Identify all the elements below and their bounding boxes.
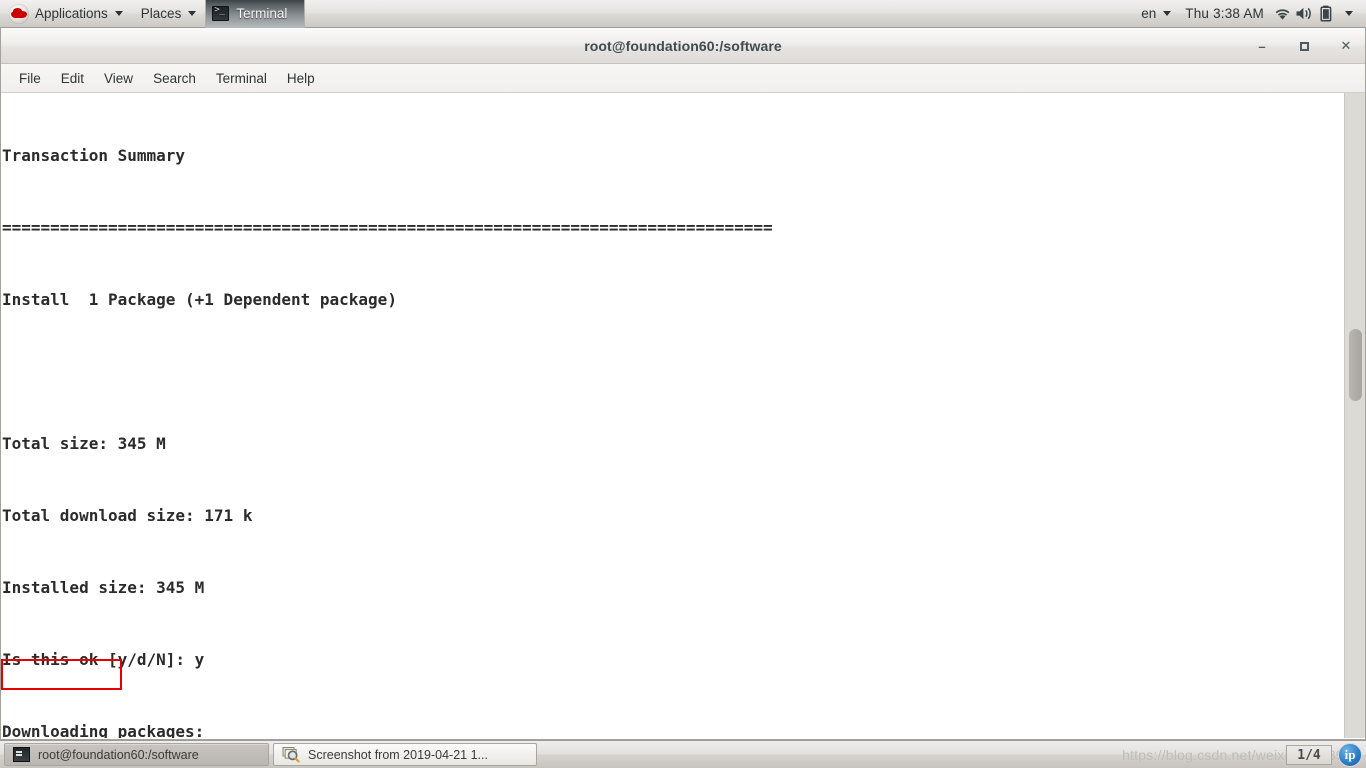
system-menu-button[interactable] [1337,0,1360,28]
chevron-down-icon [114,11,123,16]
terminal-body[interactable]: Transaction Summary ====================… [1,93,1365,738]
close-icon: ✕ [1340,38,1352,53]
screenshot-icon [282,746,300,763]
menu-file[interactable]: File [9,68,51,89]
window-controls: – ✕ [1249,28,1359,64]
menu-search[interactable]: Search [143,68,206,89]
panel-status-area: en Thu 3:38 AM [1134,0,1366,28]
redhat-logo-icon [9,3,29,24]
menu-terminal[interactable]: Terminal [206,68,277,89]
places-menu[interactable]: Places [132,0,206,28]
terminal-line: Transaction Summary [2,146,186,165]
terminal-line: Is this ok [y/d/N]: y [2,650,205,669]
terminal-output[interactable]: Transaction Summary ====================… [1,93,1346,738]
terminal-line: Installed size: 345 M [2,578,205,597]
applications-menu[interactable]: Applications [0,0,132,28]
places-menu-label: Places [140,6,182,21]
minimize-button[interactable]: – [1249,33,1275,59]
active-app-label: Terminal [236,6,288,21]
input-method-icon[interactable]: ip [1338,743,1362,767]
menu-view[interactable]: View [94,68,143,89]
terminal-line: ========================================… [2,218,773,237]
terminal-scrollbar[interactable] [1344,93,1365,738]
input-method-label: ip [1344,747,1356,762]
terminal-line: Install 1 Package (+1 Dependent package) [2,290,397,309]
terminal-icon [13,747,30,762]
taskbar-item-terminal[interactable]: root@foundation60:/software [4,743,269,766]
menu-help[interactable]: Help [277,68,325,89]
keyboard-layout-indicator[interactable]: en [1134,0,1178,28]
applications-menu-label: Applications [35,6,108,21]
window-title: root@foundation60:/software [584,37,782,54]
keyboard-layout-label: en [1141,6,1157,21]
scrollbar-thumb[interactable] [1349,329,1362,401]
active-app-terminal[interactable]: Terminal [205,0,306,28]
taskbar-item-label: root@foundation60:/software [38,747,199,762]
menu-bar: File Edit View Search Terminal Help [1,64,1365,93]
taskbar-item-label: Screenshot from 2019-04-21 1... [308,747,488,762]
taskbar-item-screenshot[interactable]: Screenshot from 2019-04-21 1... [273,743,537,766]
window-title-bar[interactable]: root@foundation60:/software – ✕ [1,28,1365,64]
workspace-switcher[interactable]: 1/4 [1286,745,1332,765]
clock-label: Thu 3:38 AM [1185,6,1264,21]
terminal-window: root@foundation60:/software – ✕ File Edi… [0,28,1366,740]
maximize-icon [1299,41,1309,51]
volume-icon[interactable] [1293,0,1315,28]
top-panel: Applications Places Terminal en Thu 3:38… [0,0,1366,28]
terminal-icon [212,5,230,21]
menu-edit[interactable]: Edit [51,68,94,89]
workspace-label: 1/4 [1297,747,1321,763]
chevron-down-icon [188,11,197,16]
close-button[interactable]: ✕ [1333,33,1359,59]
wifi-icon[interactable] [1271,0,1293,28]
chevron-down-icon [1345,11,1353,16]
terminal-line: Total download size: 171 k [2,506,253,525]
chevron-down-icon [1163,11,1172,16]
maximize-button[interactable] [1291,33,1317,59]
terminal-line: Total size: 345 M [2,434,166,453]
terminal-line: Downloading packages: [2,722,205,738]
minimize-icon: – [1258,38,1266,54]
battery-icon[interactable] [1315,0,1337,28]
clock[interactable]: Thu 3:38 AM [1178,0,1271,28]
bottom-panel: root@foundation60:/software Screenshot f… [0,740,1366,768]
